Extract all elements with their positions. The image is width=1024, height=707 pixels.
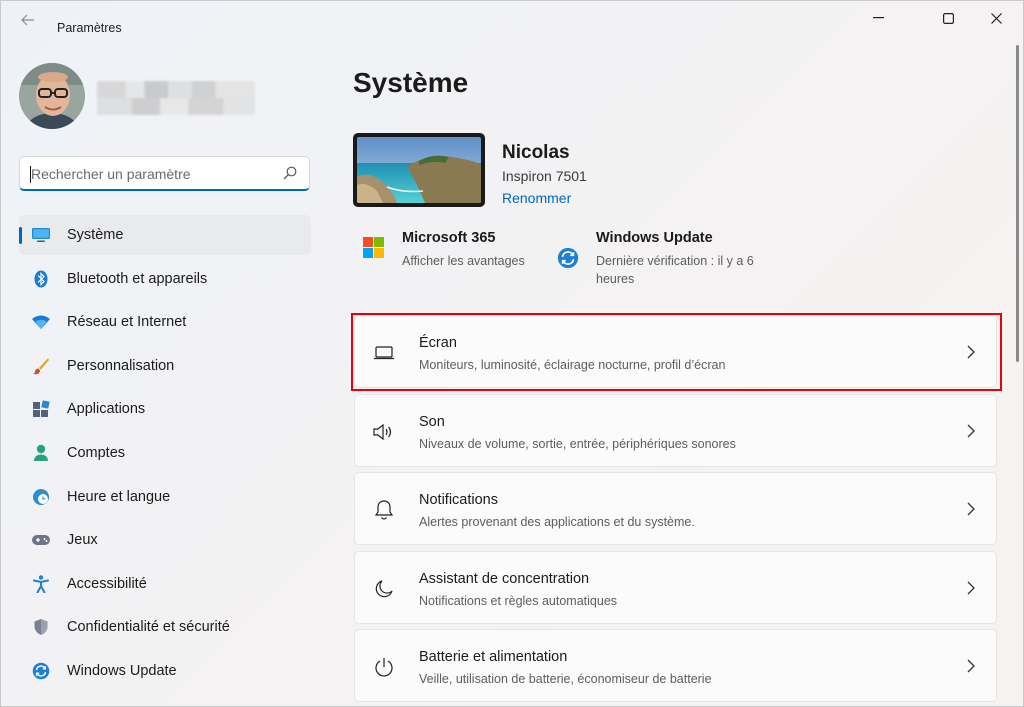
chevron-right-icon [967, 659, 975, 673]
maximize-icon [942, 12, 954, 24]
device-name: Nicolas [502, 142, 570, 163]
sidebar-item-heure-langue[interactable]: Heure et langue [19, 477, 311, 517]
card-title: Notifications [419, 492, 498, 508]
sidebar-item-windows-update[interactable]: Windows Update [19, 651, 311, 691]
sidebar-item-label: Windows Update [67, 662, 177, 679]
avatar[interactable] [19, 63, 85, 129]
sidebar-item-label: Accessibilité [67, 575, 147, 592]
minimize-button[interactable] [855, 1, 901, 35]
sidebar-item-label: Bluetooth et appareils [67, 270, 208, 287]
sidebar-item-label: Réseau et Internet [67, 314, 187, 331]
profile-picture [19, 63, 85, 129]
chevron-right-icon [967, 424, 975, 438]
search-box[interactable] [19, 156, 310, 191]
page-title: Système [353, 67, 469, 98]
device-wallpaper-thumbnail [353, 133, 485, 207]
microsoft-365-tile[interactable]: Microsoft 365 Afficher les avantages [363, 230, 553, 274]
microsoft-logo-icon [363, 237, 387, 261]
tile-title: Microsoft 365 [402, 230, 496, 246]
apps-icon [31, 400, 51, 418]
sidebar-item-label: Applications [67, 401, 146, 418]
bluetooth-icon [31, 270, 51, 288]
close-button[interactable] [973, 1, 1019, 35]
shield-icon [31, 618, 51, 636]
update-icon [557, 247, 581, 271]
settings-window: Paramètres Rechercher un paramètre Systè… [0, 0, 1024, 707]
sidebar-item-label: Jeux [67, 532, 98, 549]
sidebar-item-label: Système [67, 227, 124, 243]
clock-globe-icon [31, 488, 51, 506]
search-input[interactable] [31, 164, 271, 184]
card-batterie[interactable]: Batterie et alimentation Veille, utilisa… [354, 629, 997, 702]
card-subtitle: Alertes provenant des applications et du… [419, 515, 695, 529]
search-icon[interactable] [283, 166, 297, 180]
speaker-icon [373, 421, 395, 443]
sidebar-item-label: Personnalisation [67, 357, 175, 374]
scrollbar[interactable] [1016, 45, 1019, 362]
active-indicator [19, 227, 22, 244]
card-subtitle: Notifications et règles automatiques [419, 594, 618, 608]
tile-subtitle: Afficher les avantages [402, 254, 525, 268]
update-icon [31, 662, 51, 680]
back-button[interactable] [15, 10, 41, 30]
app-title: Paramètres [57, 21, 122, 35]
card-title: Assistant de concentration [419, 571, 590, 587]
card-assistant-concentration[interactable]: Assistant de concentration Notifications… [354, 551, 997, 624]
tile-subtitle: Dernière vérification : il y a 6 heures [596, 254, 754, 286]
windows-update-tile[interactable]: Windows Update Dernière vérification : i… [557, 230, 777, 290]
card-title: Son [419, 414, 445, 430]
maximize-button[interactable] [925, 1, 971, 35]
bell-icon [373, 499, 395, 521]
sidebar-item-label: Comptes [67, 444, 126, 461]
highlight-box [351, 313, 1002, 391]
gamepad-icon [31, 531, 51, 549]
device-model: Inspiron 7501 [502, 168, 587, 184]
blurred-user-name [97, 81, 255, 115]
tile-title: Windows Update [596, 230, 713, 246]
sidebar-item-label: Confidentialité et sécurité [67, 619, 230, 636]
chevron-right-icon [967, 502, 975, 516]
sidebar-item-applications[interactable]: Applications [19, 389, 311, 429]
sidebar-nav: Système Bluetooth et appareils Réseau et… [19, 215, 311, 695]
card-subtitle: Veille, utilisation de batterie, économi… [419, 672, 712, 686]
sidebar-item-personnalisation[interactable]: Personnalisation [19, 346, 311, 386]
power-icon [373, 656, 395, 678]
card-title: Batterie et alimentation [419, 649, 568, 665]
rename-link[interactable]: Renommer [502, 190, 571, 206]
monitor-icon [31, 226, 51, 244]
sidebar-item-comptes[interactable]: Comptes [19, 433, 311, 473]
wallpaper-image [357, 137, 481, 203]
sidebar-item-systeme[interactable]: Système [19, 215, 311, 255]
sidebar-item-reseau[interactable]: Réseau et Internet [19, 302, 311, 342]
close-icon [990, 12, 1002, 24]
sidebar-item-bluetooth[interactable]: Bluetooth et appareils [19, 259, 311, 299]
accessibility-icon [31, 575, 51, 593]
account-icon [31, 444, 51, 462]
sidebar-item-confidentialite[interactable]: Confidentialité et sécurité [19, 607, 311, 647]
brush-icon [31, 357, 51, 375]
chevron-right-icon [967, 581, 975, 595]
sidebar-item-jeux[interactable]: Jeux [19, 520, 311, 560]
sidebar-item-accessibilite[interactable]: Accessibilité [19, 564, 311, 604]
sidebar-item-label: Heure et langue [67, 488, 171, 505]
card-notifications[interactable]: Notifications Alertes provenant des appl… [354, 472, 997, 545]
title-bar: Paramètres [1, 1, 1023, 37]
wifi-icon [31, 313, 51, 331]
card-son[interactable]: Son Niveaux de volume, sortie, entrée, p… [354, 394, 997, 467]
card-subtitle: Niveaux de volume, sortie, entrée, périp… [419, 437, 736, 451]
arrow-left-icon [21, 14, 34, 26]
moon-icon [373, 578, 395, 600]
minimize-icon [872, 17, 884, 19]
